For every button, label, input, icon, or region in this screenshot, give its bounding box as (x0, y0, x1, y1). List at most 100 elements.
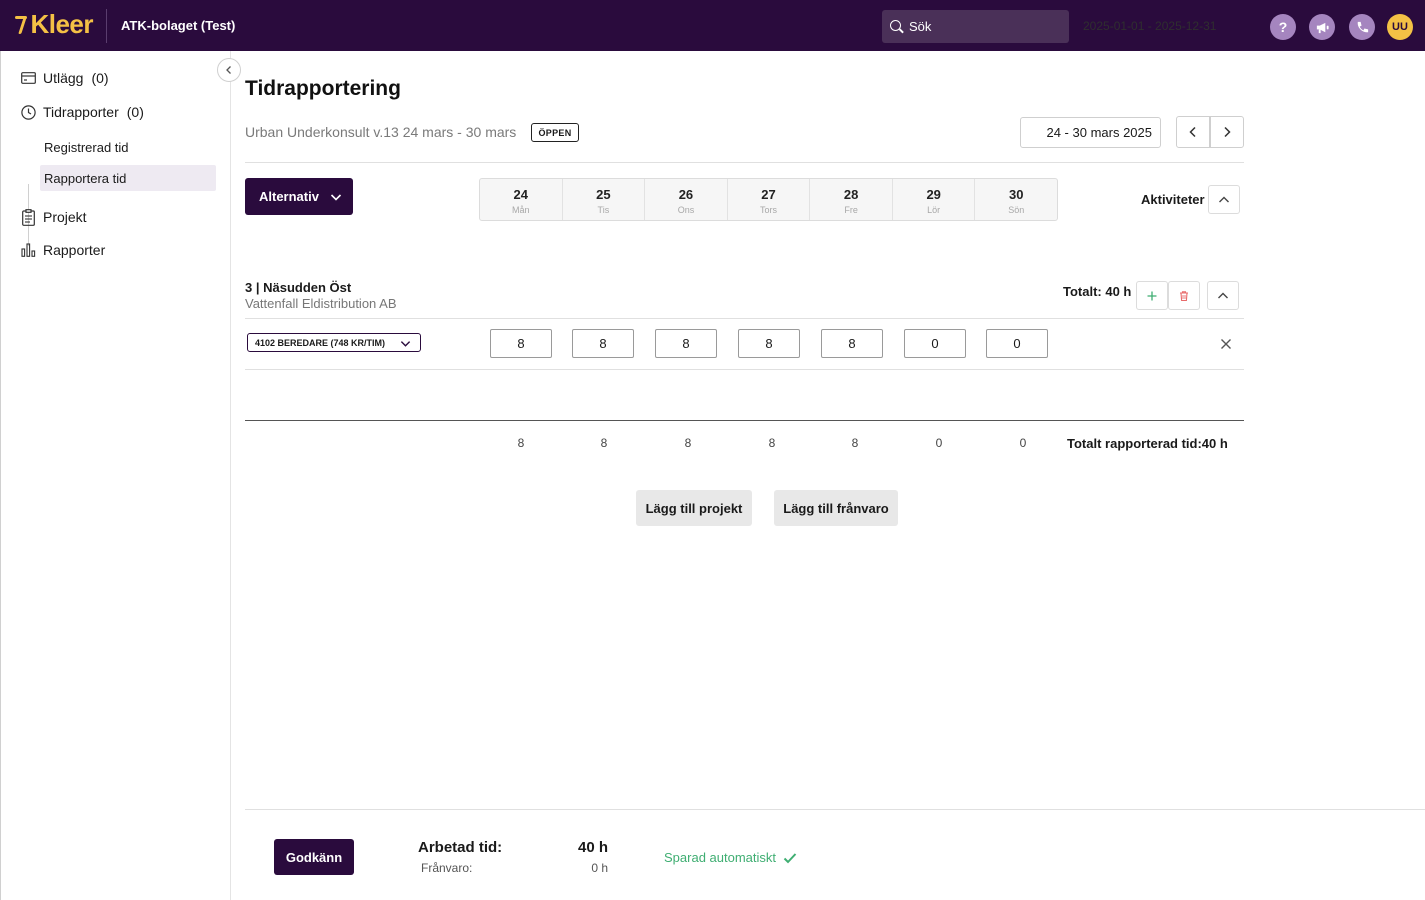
hours-input-sun[interactable] (986, 329, 1048, 358)
project-client: Vattenfall Eldistribution AB (245, 296, 397, 311)
collapse-project-button[interactable] (1207, 281, 1239, 310)
sidebar-item-utlagg[interactable]: Utlägg (0) (20, 70, 109, 86)
chevron-up-icon (1218, 292, 1228, 298)
kleer-logo[interactable]: Kleer (15, 8, 93, 39)
options-button[interactable]: Alternativ (245, 178, 353, 215)
sidebar-item-rapporter[interactable]: Rapporter (20, 242, 105, 258)
logo-text: Kleer (30, 8, 93, 39)
day-number: 24 (513, 187, 529, 202)
receipt-icon (20, 70, 36, 86)
sidebar-item-label: Tidrapporter (43, 104, 119, 120)
delete-project-button[interactable] (1168, 281, 1200, 310)
add-project-button[interactable]: Lägg till projekt (636, 490, 752, 526)
day-name: Tors (760, 205, 778, 215)
user-avatar[interactable]: UU (1387, 14, 1413, 40)
close-icon (1220, 338, 1231, 349)
checkmark-icon (783, 852, 797, 863)
activity-select[interactable]: 4102 BEREDARE (748 KR/TIM) (247, 333, 421, 352)
company-name[interactable]: ATK-bolaget (Test) (121, 18, 235, 33)
previous-week-button[interactable] (1176, 116, 1210, 148)
day-number: 26 (678, 187, 694, 202)
sidebar-item-projekt[interactable]: Projekt (20, 208, 87, 226)
help-icon: ? (1278, 19, 1288, 35)
sidebar-item-label: Projekt (43, 209, 87, 225)
day-column-header: 29 Lör (893, 179, 976, 220)
day-total-sat: 0 (935, 436, 943, 450)
day-total-fri: 8 (851, 436, 859, 450)
hours-input-sat[interactable] (904, 329, 966, 358)
activities-label: Aktiviteter (1141, 192, 1205, 207)
divider (245, 369, 1244, 370)
plus-icon (1147, 291, 1157, 300)
divider (245, 162, 1244, 163)
day-number: 30 (1009, 187, 1024, 202)
divider (245, 318, 1244, 319)
day-column-header: 26 Ons (645, 179, 728, 220)
week-days-header: 24 Mån 25 Tis 26 Ons 27 Tors 28 Fre 29 Lör 30 S… (479, 178, 1058, 221)
help-button[interactable]: ? (1270, 14, 1296, 40)
add-activity-button[interactable] (1136, 281, 1168, 310)
day-column-header: 25 Tis (563, 179, 646, 220)
announcements-button[interactable] (1309, 14, 1335, 40)
day-total-thu: 8 (768, 436, 776, 450)
absence-value: 0 h (591, 861, 608, 875)
day-name: Sön (1008, 205, 1025, 215)
day-name: Lör (927, 205, 941, 215)
bar-chart-icon (20, 242, 36, 258)
day-total-mon: 8 (517, 436, 525, 450)
day-name: Mån (512, 205, 530, 215)
sidebar-item-count: (0) (91, 70, 109, 86)
report-subtitle: Urban Underkonsult v.13 24 mars - 30 mar… (245, 124, 517, 140)
date-range-picker[interactable]: 24 - 30 mars 2025 (1020, 117, 1161, 148)
hours-input-fri[interactable] (821, 329, 883, 358)
approve-button[interactable]: Godkänn (274, 839, 354, 875)
next-week-button[interactable] (1210, 116, 1244, 148)
day-total-wed: 8 (684, 436, 692, 450)
phone-icon (1357, 21, 1368, 32)
day-number: 25 (596, 187, 611, 202)
day-column-header: 30 Sön (975, 179, 1057, 220)
hours-input-tue[interactable] (572, 329, 634, 358)
collapse-activities-button[interactable] (1208, 185, 1240, 214)
day-number: 28 (843, 187, 859, 202)
sidebar-subitem-rapportera-tid[interactable]: Rapportera tid (40, 165, 216, 191)
trash-icon (1180, 290, 1188, 301)
search-box[interactable] (882, 10, 1069, 43)
hours-input-wed[interactable] (655, 329, 717, 358)
sidebar-subitem-registrerad-tid[interactable]: Registrerad tid (40, 134, 216, 160)
worked-time-label: Arbetad tid: (418, 839, 503, 856)
day-name: Tis (597, 205, 610, 215)
autosave-status: Sparad automatiskt (664, 850, 797, 865)
search-input[interactable] (909, 19, 1059, 34)
hours-input-thu[interactable] (738, 329, 800, 358)
worked-time-value: 40 h (578, 839, 609, 856)
phone-button[interactable] (1349, 14, 1375, 40)
chevron-down-icon (330, 194, 342, 201)
project-total: Totalt: 40 h (1063, 284, 1132, 299)
day-column-header: 28 Fre (810, 179, 893, 220)
page-title: Tidrapportering (245, 77, 401, 100)
totals-divider (245, 420, 1244, 421)
footer-divider (245, 809, 1425, 810)
add-absence-button[interactable]: Lägg till frånvaro (774, 490, 898, 526)
top-bar: Kleer ATK-bolaget (Test) 2025-01-01 - 20… (0, 0, 1425, 51)
sidebar-item-tidrapporter[interactable]: Tidrapporter (0) (20, 104, 144, 120)
day-column-header: 24 Mån (480, 179, 563, 220)
remove-activity-button[interactable] (1217, 335, 1234, 352)
day-total-sun: 0 (1019, 436, 1027, 450)
day-total-tue: 8 (600, 436, 608, 450)
chevron-left-icon (1189, 126, 1196, 138)
chevron-down-icon (400, 341, 411, 347)
activity-select-value: 4102 BEREDARE (748 KR/TIM) (255, 337, 386, 348)
collapse-sidebar-button[interactable] (217, 58, 241, 82)
chevron-right-icon (1224, 126, 1231, 138)
sidebar: Utlägg (0) Tidrapporter (0) Registrerad … (0, 51, 231, 900)
absence-label: Frånvaro: (421, 861, 473, 875)
megaphone-icon (1316, 22, 1329, 33)
logo-mark-icon (15, 14, 28, 34)
divider (106, 9, 107, 43)
day-number: 27 (761, 187, 776, 202)
day-column-header: 27 Tors (728, 179, 811, 220)
hours-input-mon[interactable] (490, 329, 552, 358)
sidebar-item-count: (0) (126, 104, 144, 120)
